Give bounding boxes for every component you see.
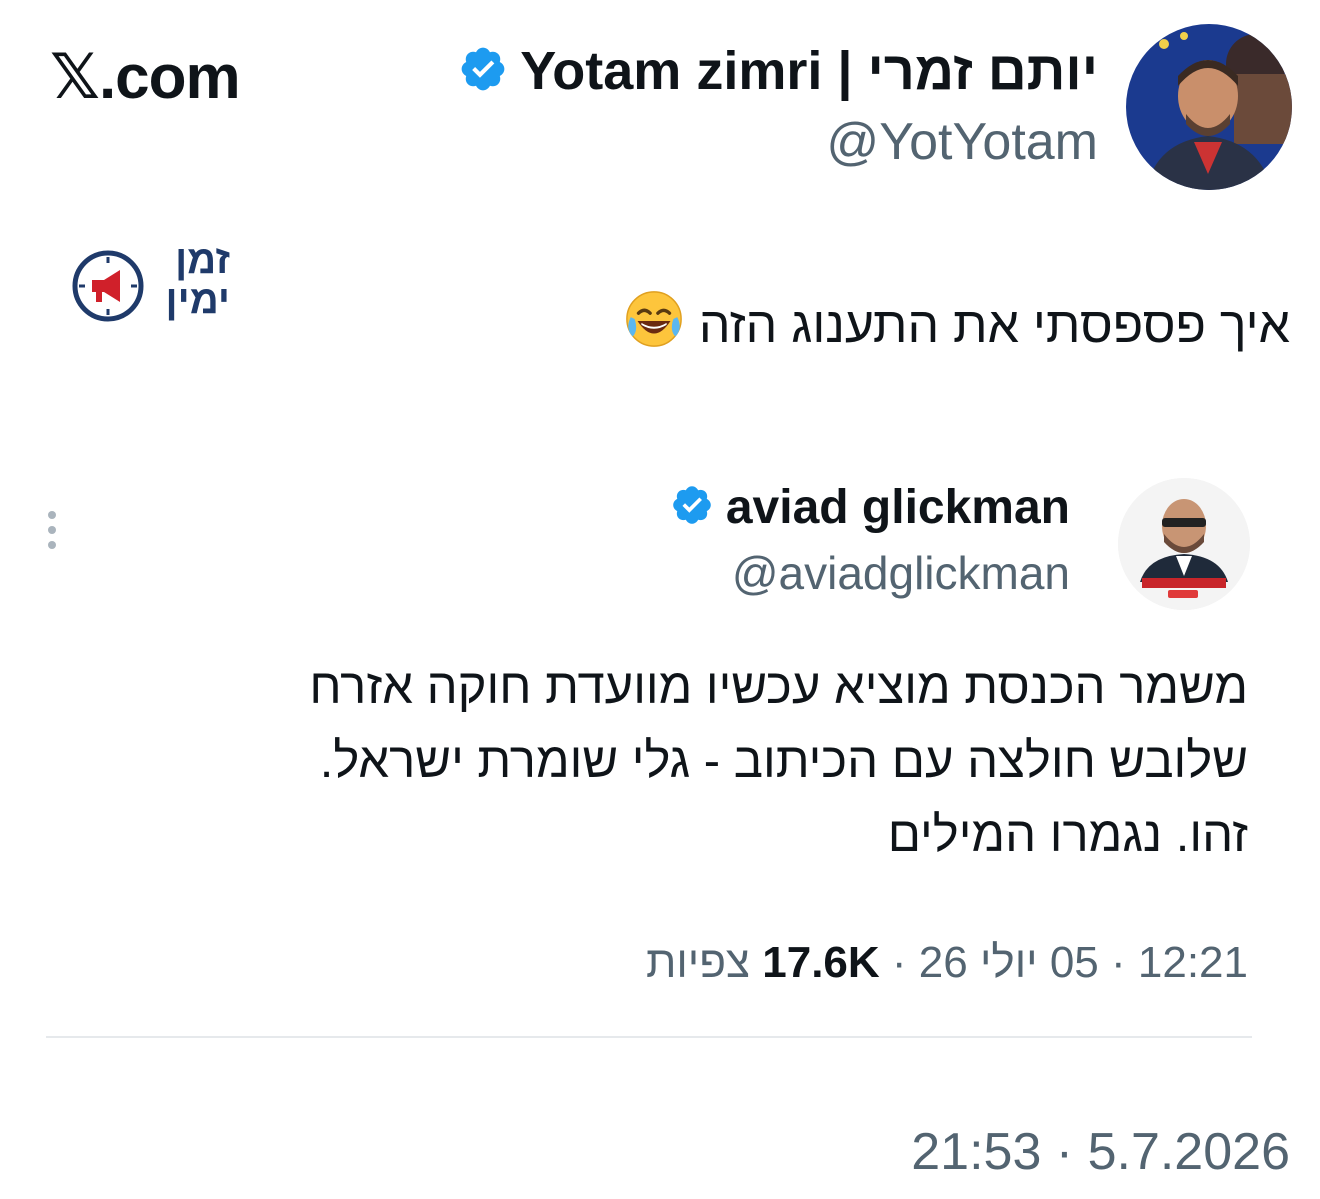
author-name-row[interactable]: Yotam zimri | יותם זמרי xyxy=(458,40,1098,102)
meta-separator: · xyxy=(891,938,907,987)
tweet-text: איך פספסתי את התענוג הזה xyxy=(623,288,1290,362)
divider xyxy=(46,1036,1252,1038)
quote-date[interactable]: 05 יולי 26 xyxy=(919,938,1099,987)
quote-views-label: צפיות xyxy=(645,938,751,987)
quote-author-row[interactable]: aviad glickman xyxy=(670,480,1070,535)
verified-badge-icon xyxy=(458,44,508,99)
author-handle[interactable]: @YotYotam xyxy=(826,112,1098,172)
logo-line-1: זמן xyxy=(175,238,230,282)
verified-badge-icon xyxy=(670,483,714,532)
tweet-text-body: איך פספסתי את התענוג הזה xyxy=(698,297,1290,353)
quote-time[interactable]: 12:21 xyxy=(1138,938,1248,987)
quote-author-name[interactable]: aviad glickman xyxy=(726,480,1070,535)
quote-meta: 12:21 · 05 יולי 26 · 17.6K צפיות xyxy=(646,938,1248,988)
site-brand[interactable]: 𝕏.com xyxy=(50,40,241,113)
author-name[interactable]: Yotam zimri | יותם זמרי xyxy=(520,40,1098,102)
quote-body-line: זהו. נגמרו המילים xyxy=(887,808,1248,862)
post-timestamp[interactable]: 21:53 · 5.7.2026 xyxy=(911,1122,1290,1182)
quote-author-avatar[interactable] xyxy=(1118,478,1250,610)
quote-author-handle[interactable]: @aviadglickman xyxy=(732,546,1070,600)
more-vertical-icon[interactable] xyxy=(40,505,64,555)
zman-yamin-wordmark: זמן ימין xyxy=(150,240,230,320)
quote-body: משמר הכנסת מוציא עכשיו מוועדת חוקה אזרח … xyxy=(68,650,1248,872)
laughing-emoji-icon xyxy=(623,288,685,362)
meta-separator: · xyxy=(1111,938,1126,987)
quote-views-count: 17.6K xyxy=(762,938,880,987)
logo-line-2: ימין xyxy=(165,278,230,322)
author-avatar[interactable] xyxy=(1126,24,1292,190)
quote-body-line: שלובש חולצה עם הכיתוב - גלי שומרת ישראל. xyxy=(319,734,1248,788)
quote-body-line: משמר הכנסת מוציא עכשיו מוועדת חוקה אזרח xyxy=(309,660,1248,714)
